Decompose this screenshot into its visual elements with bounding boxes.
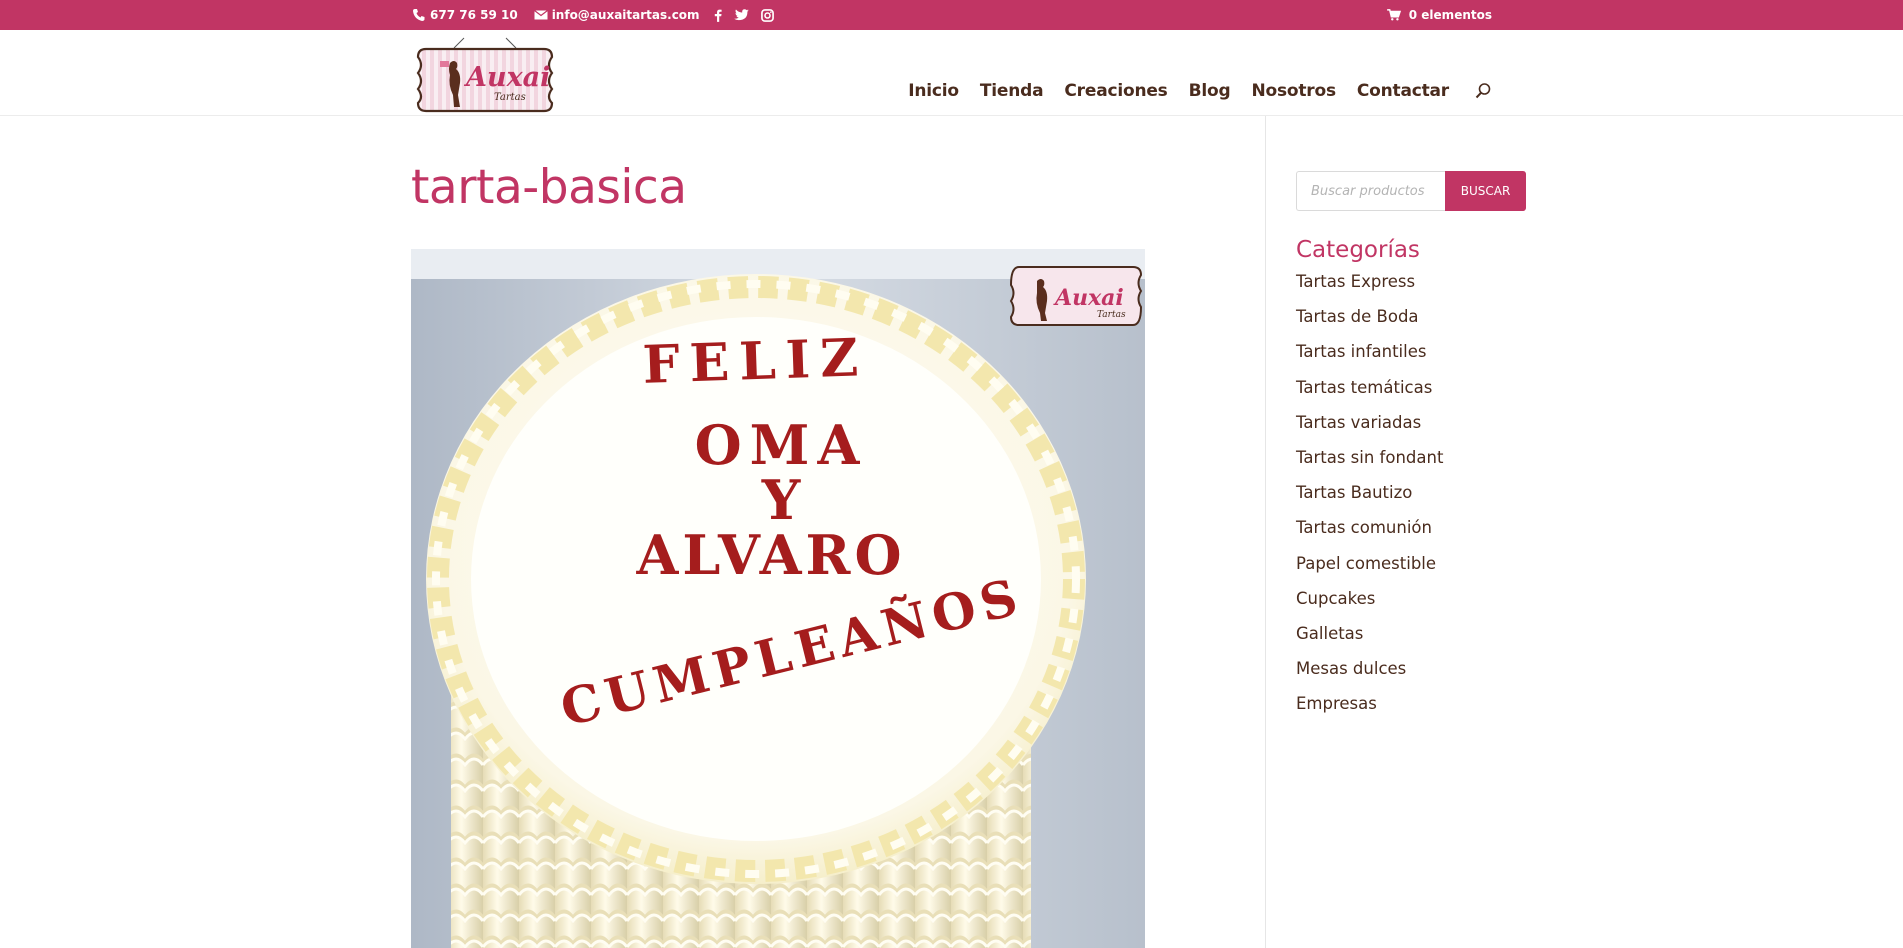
cart-link[interactable]: 0 elementos — [1386, 0, 1492, 30]
category-link[interactable]: Cupcakes — [1296, 589, 1375, 608]
product-search-input[interactable] — [1296, 171, 1445, 211]
list-item: Papel comestible — [1296, 552, 1443, 587]
category-link[interactable]: Tartas temáticas — [1296, 378, 1432, 397]
watermark-sub-text: Tartas — [1097, 310, 1126, 320]
search-icon[interactable] — [1474, 82, 1492, 100]
top-bar: 677 76 59 10 info@auxaitartas.com 0 elem… — [0, 0, 1903, 30]
email-address: info@auxaitartas.com — [551, 8, 700, 22]
category-link[interactable]: Tartas variadas — [1296, 413, 1421, 432]
phone-number: 677 76 59 10 — [430, 8, 518, 22]
product-image: FELIZ OMA Y ALVARO CUMPLEAÑOS Auxai Tart… — [411, 249, 1145, 948]
shopping-cart-icon — [1386, 9, 1401, 21]
category-link[interactable]: Tartas Express — [1296, 272, 1415, 291]
main-navigation: Inicio Tienda Creaciones Blog Nosotros C… — [908, 81, 1492, 101]
category-link[interactable]: Tartas de Boda — [1296, 307, 1419, 326]
site-logo[interactable]: Auxai Tartas — [414, 35, 556, 115]
categories-list: Tartas Express Tartas de Boda Tartas inf… — [1296, 270, 1443, 727]
product-search-form: BUSCAR — [1296, 171, 1526, 211]
cart-count: 0 elementos — [1408, 8, 1492, 22]
category-link[interactable]: Papel comestible — [1296, 554, 1436, 573]
watermark-brand-text: Auxai — [1053, 285, 1124, 311]
cake-text-line1: FELIZ — [642, 327, 869, 396]
sidebar-divider — [1265, 116, 1266, 948]
list-item: Tartas variadas — [1296, 411, 1443, 446]
list-item: Mesas dulces — [1296, 657, 1443, 692]
category-link[interactable]: Tartas comunión — [1296, 518, 1432, 537]
envelope-icon — [533, 10, 548, 20]
category-link[interactable]: Tartas sin fondant — [1296, 448, 1443, 467]
list-item: Tartas comunión — [1296, 516, 1443, 551]
nav-item-tienda[interactable]: Tienda — [980, 81, 1044, 101]
nav-item-contactar[interactable]: Contactar — [1357, 81, 1449, 101]
phone-icon — [413, 9, 425, 21]
email-link[interactable]: info@auxaitartas.com — [533, 8, 700, 22]
social-links — [714, 8, 774, 23]
category-link[interactable]: Tartas Bautizo — [1296, 483, 1412, 502]
list-item: Tartas temáticas — [1296, 376, 1443, 411]
list-item: Tartas infantiles — [1296, 340, 1443, 375]
cake-photo: FELIZ OMA Y ALVARO CUMPLEAÑOS Auxai Tart… — [411, 249, 1145, 948]
watermark-logo: Auxai Tartas — [1009, 266, 1143, 326]
category-link[interactable]: Tartas infantiles — [1296, 342, 1426, 361]
page-title: tarta-basica — [411, 160, 687, 215]
phone-link[interactable]: 677 76 59 10 — [412, 8, 518, 22]
top-bar-contact: 677 76 59 10 info@auxaitartas.com — [412, 0, 774, 30]
twitter-icon[interactable] — [733, 9, 749, 21]
list-item: Tartas sin fondant — [1296, 446, 1443, 481]
search-submit-button[interactable]: BUSCAR — [1445, 171, 1526, 211]
nav-item-creaciones[interactable]: Creaciones — [1064, 81, 1167, 101]
nav-item-blog[interactable]: Blog — [1189, 81, 1231, 101]
category-link[interactable]: Mesas dulces — [1296, 659, 1406, 678]
logo-brand-text: Auxai — [463, 62, 550, 93]
nav-item-nosotros[interactable]: Nosotros — [1251, 81, 1336, 101]
cake-text-line4: ALVARO — [636, 523, 906, 587]
list-item: Empresas — [1296, 692, 1443, 727]
list-item: Tartas de Boda — [1296, 305, 1443, 340]
instagram-icon[interactable] — [760, 8, 774, 22]
nav-item-inicio[interactable]: Inicio — [908, 81, 959, 101]
site-header: Auxai Tartas Inicio Tienda Creaciones Bl… — [0, 30, 1903, 116]
category-link[interactable]: Empresas — [1296, 694, 1377, 713]
list-item: Cupcakes — [1296, 587, 1443, 622]
list-item: Tartas Bautizo — [1296, 481, 1443, 516]
list-item: Galletas — [1296, 622, 1443, 657]
category-link[interactable]: Galletas — [1296, 624, 1363, 643]
logo-sub-text: Tartas — [494, 92, 526, 103]
list-item: Tartas Express — [1296, 270, 1443, 305]
categories-heading: Categorías — [1296, 237, 1420, 263]
facebook-icon[interactable] — [714, 8, 722, 23]
